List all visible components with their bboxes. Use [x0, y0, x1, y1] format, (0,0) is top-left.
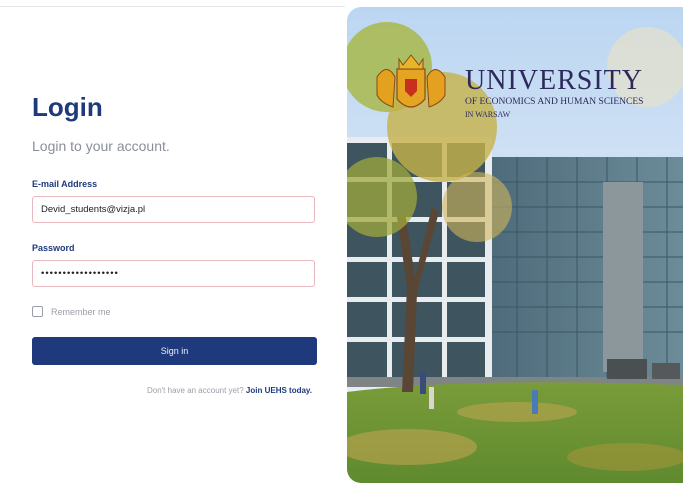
page-subtitle: Login to your account. — [32, 138, 170, 154]
remember-me-row[interactable]: Remember me — [32, 306, 111, 317]
university-city: IN WARSAW — [465, 110, 511, 119]
remember-me-label: Remember me — [51, 306, 111, 317]
email-label: E-mail Address — [32, 179, 98, 189]
page-title: Login — [32, 92, 103, 122]
campus-photo: UNIVERSITY OF ECONOMICS AND HUMAN SCIENC… — [347, 7, 683, 483]
password-label: Password — [32, 243, 75, 253]
top-divider — [0, 6, 345, 7]
signup-prompt-text: Don't have an account yet? — [146, 386, 244, 395]
password-field[interactable] — [32, 260, 315, 287]
email-field[interactable] — [32, 196, 315, 223]
sign-in-button[interactable]: Sign in — [32, 337, 317, 365]
remember-me-checkbox[interactable] — [32, 306, 43, 317]
sign-in-label: Sign in — [160, 346, 189, 356]
signup-prompt: Don't have an account yet? Join UEHS tod… — [147, 386, 312, 395]
university-name: UNIVERSITY — [465, 65, 643, 96]
join-link[interactable]: Join UEHS today. — [246, 386, 312, 395]
university-subtitle: OF ECONOMICS AND HUMAN SCIENCES — [465, 97, 644, 107]
